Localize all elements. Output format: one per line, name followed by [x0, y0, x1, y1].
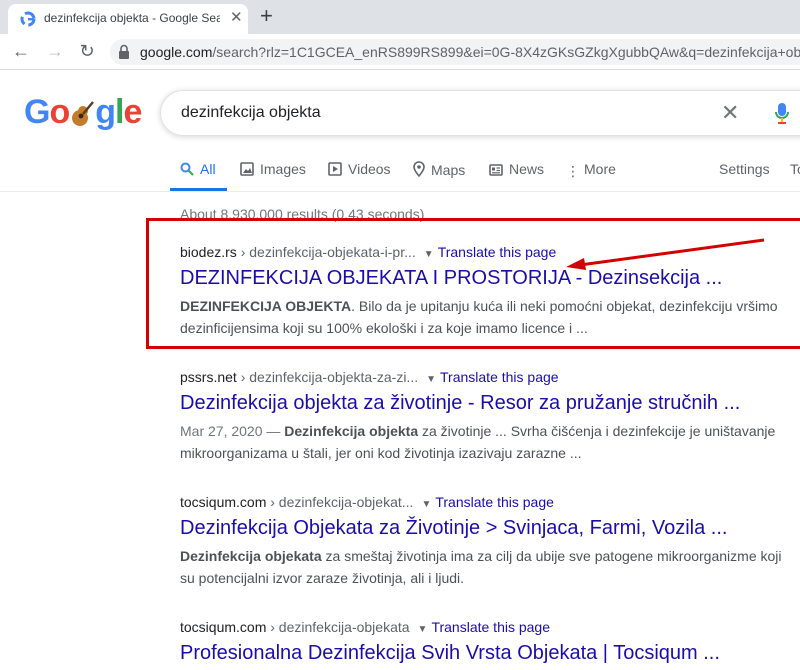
snippet-text: su potencijalni izvor zaraze životinja, …: [180, 570, 465, 586]
snippet-text: za smeštaj životinja ima za cilj da ubij…: [321, 548, 782, 564]
map-pin-icon: [413, 161, 425, 177]
translate-link[interactable]: Translate this page: [440, 369, 559, 385]
result-domain[interactable]: pssrs.net: [180, 369, 237, 385]
search-result: tocsiqum.com › dezinfekcija-objekat... ▼ T…: [180, 492, 800, 589]
snippet-bold: Dezinfekcija objekata: [180, 548, 322, 564]
result-breadcrumb: tocsiqum.com › dezinfekcija-objekat... ▼ T…: [180, 492, 800, 512]
reload-icon[interactable]: ↻: [76, 40, 98, 62]
tab-all[interactable]: All: [180, 161, 216, 177]
result-path: › dezinfekcija-objekat...: [266, 494, 414, 510]
snippet-bold: Dezinfekcija objekta: [284, 423, 419, 439]
image-icon: [240, 162, 254, 176]
tab-videos-label: Videos: [348, 161, 391, 177]
forward-icon[interactable]: →: [44, 40, 66, 62]
result-date: Mar 27, 2020 —: [180, 423, 285, 439]
video-icon: [328, 162, 342, 176]
tab-images-label: Images: [260, 161, 306, 177]
active-tab-indicator: [170, 188, 227, 191]
search-box[interactable]: dezinfekcija objekta ✕: [160, 90, 800, 136]
dropdown-triangle-icon[interactable]: ▼: [418, 624, 428, 635]
result-domain[interactable]: tocsiqum.com: [180, 494, 266, 510]
more-dots-icon: ⋮: [566, 163, 580, 179]
tab-more[interactable]: ⋮ More: [566, 161, 616, 180]
search-result: tocsiqum.com › dezinfekcija-objekata ▼ Tra…: [180, 617, 800, 666]
tab-all-label: All: [200, 161, 216, 177]
snippet-text: mikroorganizama u štali, jer oni kod živ…: [180, 445, 582, 461]
tab-news[interactable]: News: [489, 161, 544, 177]
clear-search-icon[interactable]: ✕: [721, 100, 739, 126]
result-breadcrumb: pssrs.net › dezinfekcija-objekta-za-zi..…: [180, 367, 800, 387]
result-title-link[interactable]: Dezinfekcija Objekata za Životinje > Svi…: [180, 515, 800, 541]
lock-icon: [119, 44, 129, 59]
result-snippet: Mar 27, 2020 — Dezinfekcija objekta za ž…: [180, 420, 800, 464]
url-path: /search?rlz=1C1GCEA_enRS899RS899&ei=0G-8…: [212, 44, 800, 60]
result-title-link[interactable]: Dezinfekcija objekta za životinje - Reso…: [180, 390, 800, 416]
google-favicon-icon: [20, 11, 36, 27]
snippet-text: za životinje ... Svrha čišćenja i dezinf…: [418, 423, 776, 439]
tab-images[interactable]: Images: [240, 161, 306, 177]
tab-maps-label: Maps: [431, 162, 466, 178]
result-snippet: Dezinfekcija objekata za smeštaj životin…: [180, 545, 800, 589]
result-title-link[interactable]: Profesionalna Dezinfekcija Svih Vrsta Ob…: [180, 640, 800, 666]
tab-maps[interactable]: Maps: [413, 161, 465, 178]
address-url: google.com/search?rlz=1C1GCEA_enRS899RS8…: [140, 44, 800, 60]
search-result: pssrs.net › dezinfekcija-objekta-za-zi..…: [180, 367, 800, 464]
tab-settings[interactable]: Settings: [719, 161, 770, 177]
guitar-doodle-icon: [72, 101, 95, 126]
browser-tab[interactable]: dezinfekcija objekta - Google Search ✕: [8, 4, 248, 34]
tab-more-label: More: [584, 161, 616, 177]
dropdown-triangle-icon[interactable]: ▼: [426, 374, 436, 385]
tab-videos[interactable]: Videos: [328, 161, 391, 177]
result-path: › dezinfekcija-objekta-za-zi...: [236, 369, 419, 385]
annotation-arrow: [566, 238, 765, 270]
tab-strip: dezinfekcija objekta - Google Search ✕ +: [0, 0, 800, 34]
dropdown-triangle-icon[interactable]: ▼: [421, 499, 431, 510]
result-domain[interactable]: tocsiqum.com: [180, 619, 266, 635]
tab-title: dezinfekcija objekta - Google Search: [44, 11, 220, 25]
new-tab-icon[interactable]: +: [260, 3, 273, 29]
tab-close-icon[interactable]: ✕: [230, 10, 243, 26]
result-path: › dezinfekcija-objekata: [266, 619, 410, 635]
back-icon[interactable]: ←: [10, 40, 32, 62]
tab-news-label: News: [509, 161, 545, 177]
tab-tools[interactable]: Tools: [790, 161, 800, 177]
search-input[interactable]: dezinfekcija objekta: [181, 104, 321, 122]
google-logo[interactable]: Go gle: [24, 93, 142, 132]
browser-toolbar: ← → ↻ google.com/search?rlz=1C1GCEA_enRS…: [0, 34, 800, 70]
translate-link[interactable]: Translate this page: [431, 619, 550, 635]
news-icon: [489, 164, 503, 176]
result-breadcrumb: tocsiqum.com › dezinfekcija-objekata ▼ Tra…: [180, 617, 800, 637]
translate-link[interactable]: Translate this page: [435, 494, 554, 510]
microphone-icon[interactable]: [775, 103, 789, 125]
address-bar[interactable]: google.com/search?rlz=1C1GCEA_enRS899RS8…: [110, 39, 800, 65]
search-icon: [180, 162, 194, 176]
url-host: google.com: [140, 44, 213, 60]
search-type-tabs: All Images Videos Maps News ⋮ More Settin…: [0, 150, 800, 192]
